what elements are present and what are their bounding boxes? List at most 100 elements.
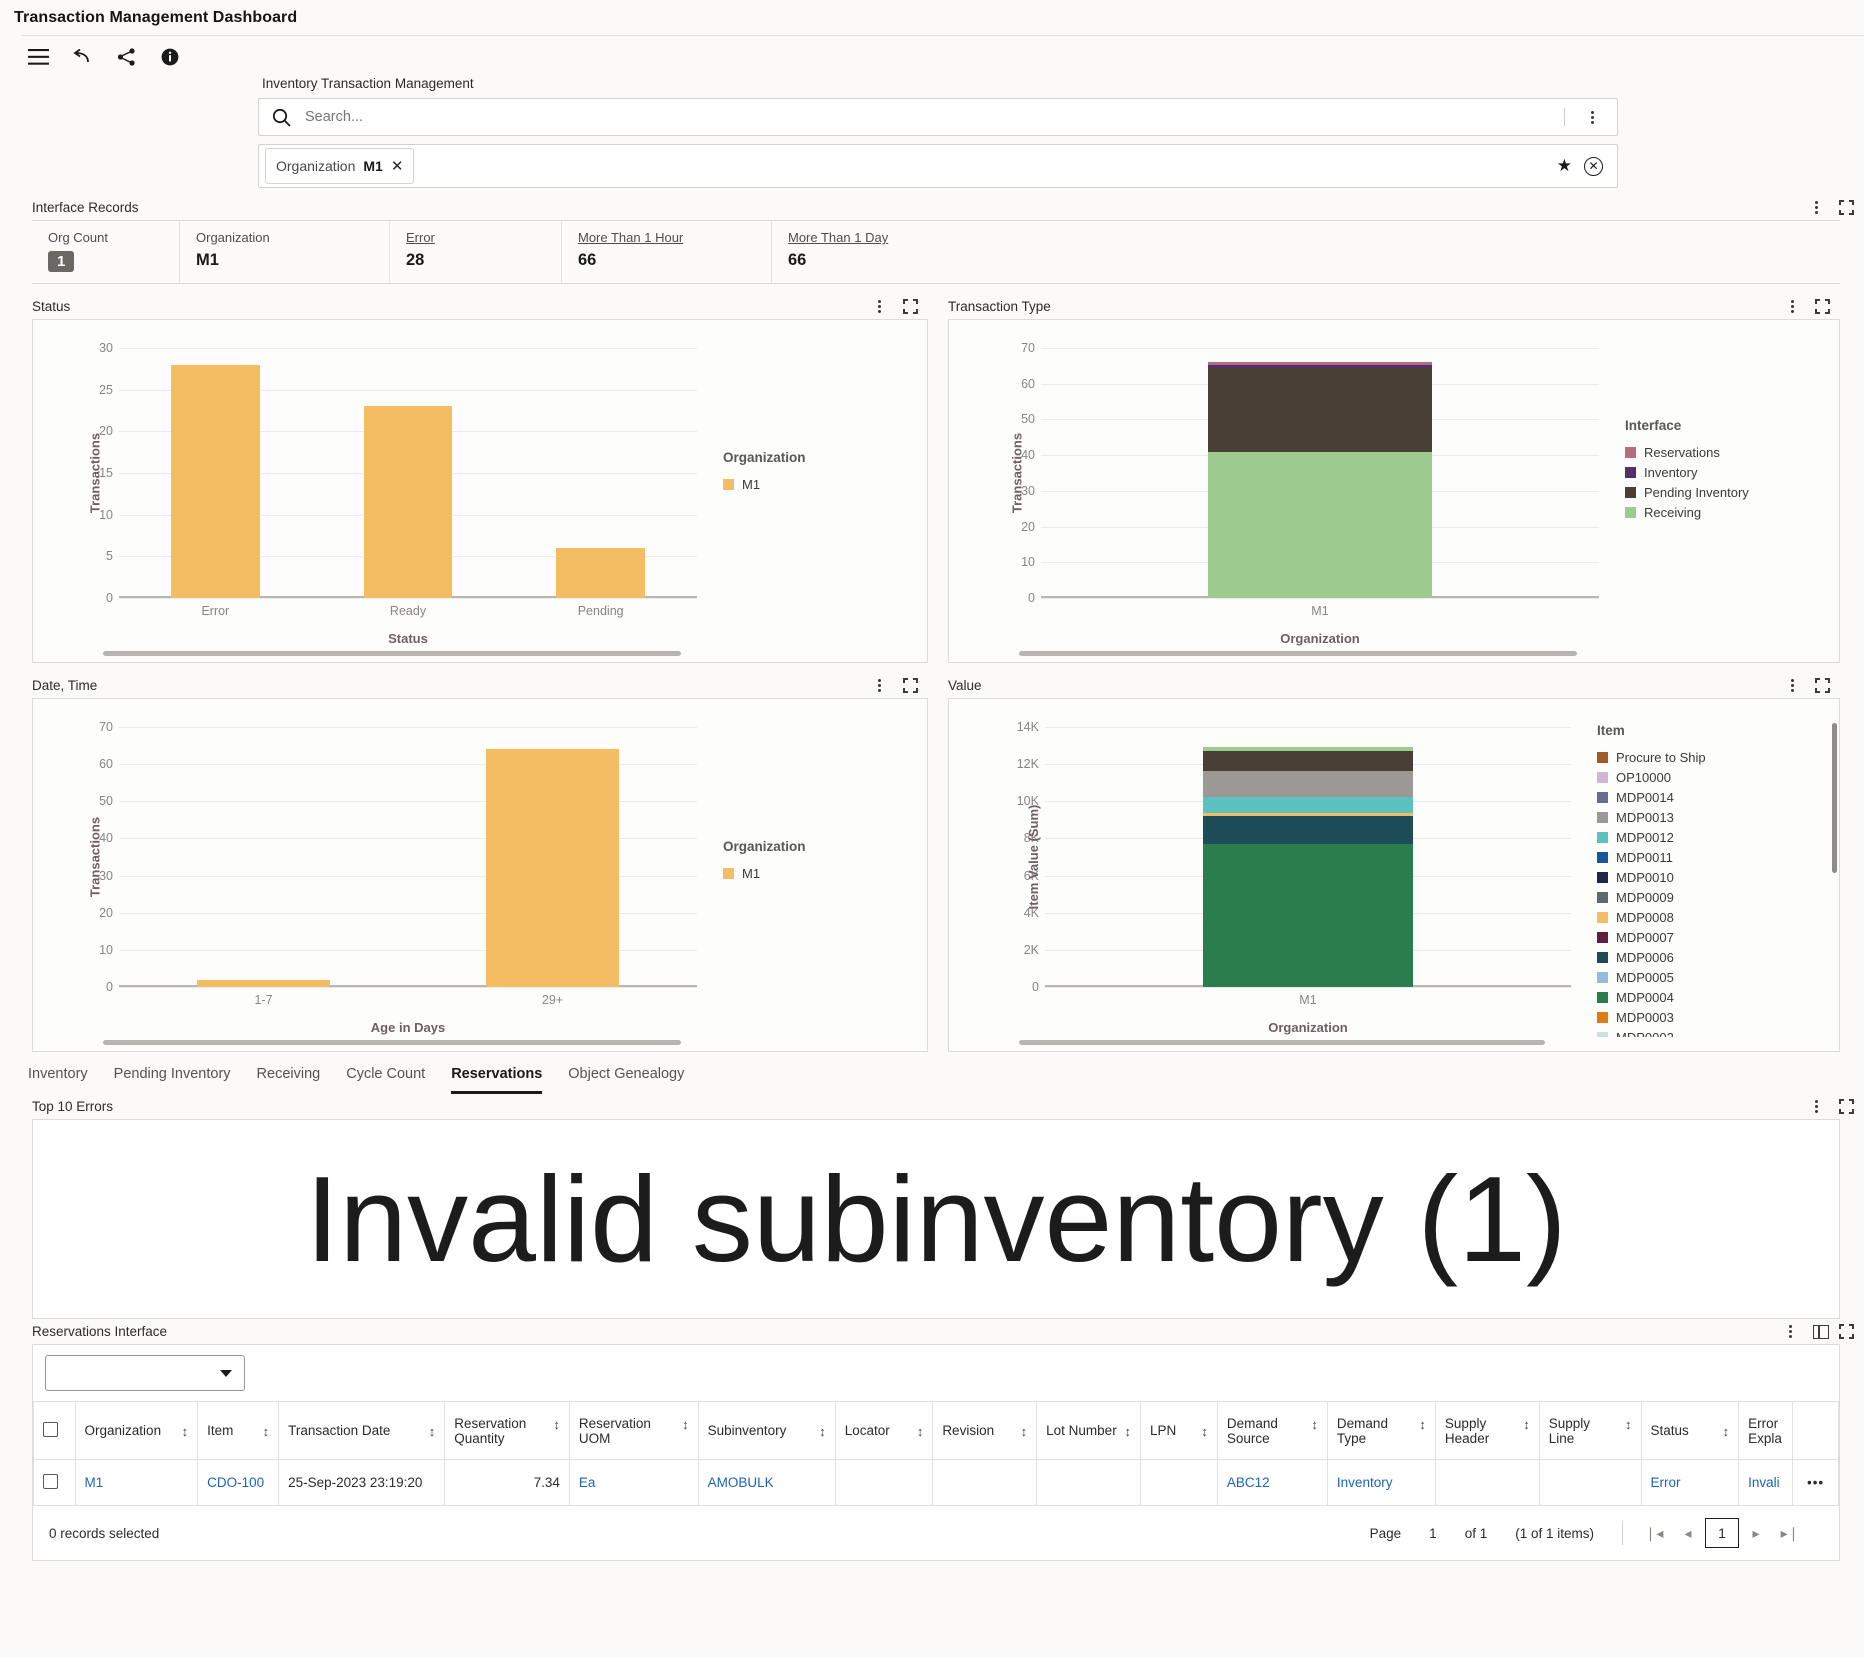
reservations-expand-icon[interactable] (1839, 1324, 1854, 1339)
bar-segment[interactable] (1202, 812, 1414, 817)
cell-link[interactable]: Inventory (1337, 1475, 1393, 1490)
cell-link[interactable]: Invali (1748, 1475, 1780, 1490)
reservations-more-options-icon[interactable] (1777, 1325, 1803, 1338)
column-header-transaction-date[interactable]: Transaction Date ↕ (278, 1401, 446, 1460)
cell-link[interactable]: CDO-100 (207, 1475, 264, 1490)
column-header-supply-line[interactable]: Supply Line ↕ (1538, 1401, 1642, 1460)
last-page-button[interactable]: ▸❘ (1773, 1525, 1807, 1542)
date-time-expand-icon[interactable] (902, 678, 918, 693)
filter-chip-organization[interactable]: Organization M1 ✕ (265, 148, 415, 184)
chart-horizontal-scrollbar[interactable] (1018, 651, 1577, 656)
bar[interactable] (197, 979, 330, 987)
tab-inventory[interactable]: Inventory (28, 1066, 88, 1094)
bar[interactable] (171, 364, 260, 598)
table-row[interactable]: M1 CDO-100 25-Sep-2023 23:19:20 7.34 Ea AMOBU… (33, 1459, 1839, 1506)
legend-item[interactable]: OP10000 (1597, 770, 1831, 785)
bar[interactable] (486, 749, 619, 987)
interface-record-more-than-1-hour[interactable]: More Than 1 Hour 66 (562, 221, 772, 283)
bar-segment[interactable] (1208, 362, 1432, 365)
bar-segment[interactable] (1208, 364, 1432, 368)
column-header-organization[interactable]: Organization ↕ (74, 1401, 199, 1460)
legend-item[interactable]: MDP0009 (1597, 890, 1831, 905)
legend-item[interactable]: Receiving (1625, 505, 1831, 520)
top-errors-more-options-icon[interactable] (1803, 1100, 1829, 1113)
bar-segment[interactable] (1202, 747, 1414, 752)
cell-organization[interactable]: M1 (74, 1459, 199, 1506)
current-page-input[interactable]: 1 (1705, 1518, 1739, 1548)
transaction-type-expand-icon[interactable] (1815, 299, 1830, 314)
bar-segment[interactable] (1202, 797, 1414, 813)
cell-demand-source[interactable]: ABC12 (1216, 1459, 1328, 1506)
next-page-button[interactable]: ▸ (1739, 1525, 1773, 1542)
column-header-item[interactable]: Item ↕ (197, 1401, 280, 1460)
column-header-locator[interactable]: Locator ↕ (834, 1401, 934, 1460)
legend-item[interactable]: MDP0010 (1597, 870, 1831, 885)
legend-item[interactable]: MDP0014 (1597, 790, 1831, 805)
row-actions-button[interactable]: ••• (1792, 1459, 1839, 1506)
sort-icon[interactable]: ↕ (1125, 1423, 1132, 1438)
sort-icon[interactable]: ↕ (1311, 1416, 1318, 1431)
tab-object-genealogy[interactable]: Object Genealogy (568, 1066, 684, 1094)
sort-icon[interactable]: ↕ (182, 1423, 189, 1438)
column-header-subinventory[interactable]: Subinventory ↕ (697, 1401, 836, 1460)
metric-label[interactable]: More Than 1 Hour (578, 230, 771, 245)
column-header-lpn[interactable]: LPN ↕ (1140, 1401, 1218, 1460)
row-select-checkbox[interactable] (43, 1473, 58, 1489)
value-expand-icon[interactable] (1815, 678, 1830, 693)
column-header-lot-number[interactable]: Lot Number ↕ (1036, 1401, 1141, 1460)
bar-segment[interactable] (1202, 844, 1414, 987)
sort-icon[interactable]: ↕ (682, 1416, 689, 1431)
row-checkbox[interactable] (33, 1459, 76, 1506)
tab-pending-inventory[interactable]: Pending Inventory (114, 1066, 231, 1094)
legend-item[interactable]: Inventory (1625, 465, 1831, 480)
cell-link[interactable]: AMOBULK (708, 1475, 774, 1490)
saved-search-select[interactable] (45, 1355, 245, 1391)
value-more-options-icon[interactable] (1779, 679, 1805, 692)
filter-chip-remove-icon[interactable]: ✕ (391, 159, 404, 174)
legend-item[interactable]: Reservations (1625, 445, 1831, 460)
column-header-supply-header[interactable]: Supply Header ↕ (1434, 1401, 1540, 1460)
sort-icon[interactable]: ↕ (1523, 1416, 1530, 1431)
info-icon[interactable] (158, 45, 182, 69)
sort-icon[interactable]: ↕ (1625, 1416, 1632, 1431)
clear-all-icon[interactable]: ✕ (1584, 156, 1603, 176)
legend-item[interactable]: MDP0004 (1597, 990, 1831, 1005)
legend-item[interactable]: Pending Inventory (1625, 485, 1831, 500)
legend-item[interactable]: MDP0006 (1597, 950, 1831, 965)
legend-item[interactable]: MDP0012 (1597, 830, 1831, 845)
interface-records-expand-icon[interactable] (1839, 200, 1854, 215)
hamburger-menu-icon[interactable] (26, 45, 50, 69)
column-header-demand-source[interactable]: Demand Source ↕ (1216, 1401, 1328, 1460)
search-input[interactable] (303, 108, 1564, 126)
column-header-reservation-quantity[interactable]: Reservation Quantity ↕ (444, 1401, 570, 1460)
select-all-checkbox[interactable] (43, 1421, 58, 1437)
legend-item[interactable]: MDP0013 (1597, 810, 1831, 825)
legend-item[interactable]: MDP0002 (1597, 1030, 1831, 1037)
legend-item[interactable]: Procure to Ship (1597, 750, 1831, 765)
column-header-status[interactable]: Status ↕ (1640, 1401, 1740, 1460)
status-more-options-icon[interactable] (867, 300, 893, 313)
cell-demand-type[interactable]: Inventory (1326, 1459, 1436, 1506)
chart-horizontal-scrollbar[interactable] (103, 1040, 681, 1045)
bar-segment[interactable] (1202, 751, 1414, 772)
sort-icon[interactable]: ↕ (1723, 1423, 1730, 1438)
metric-label[interactable]: More Than 1 Day (788, 230, 972, 245)
sort-icon[interactable]: ↕ (1021, 1423, 1028, 1438)
status-expand-icon[interactable] (902, 299, 918, 314)
search-box[interactable] (258, 98, 1618, 136)
sort-icon[interactable]: ↕ (1419, 1416, 1426, 1431)
legend-item[interactable]: MDP0003 (1597, 1010, 1831, 1025)
cell-link[interactable]: Ea (579, 1475, 596, 1490)
legend-item[interactable]: M1 (722, 866, 919, 881)
bar-segment[interactable] (1202, 816, 1414, 844)
chart-horizontal-scrollbar[interactable] (1018, 1040, 1545, 1045)
bar[interactable] (556, 548, 645, 598)
cell-item[interactable]: CDO-100 (197, 1459, 280, 1506)
undo-icon[interactable] (70, 45, 94, 69)
legend-item[interactable]: M1 (722, 477, 919, 492)
date-time-more-options-icon[interactable] (867, 679, 893, 692)
legend-item[interactable]: MDP0005 (1597, 970, 1831, 985)
legend-item[interactable]: MDP0007 (1597, 930, 1831, 945)
share-icon[interactable] (114, 45, 138, 69)
sort-icon[interactable]: ↕ (1201, 1423, 1208, 1438)
